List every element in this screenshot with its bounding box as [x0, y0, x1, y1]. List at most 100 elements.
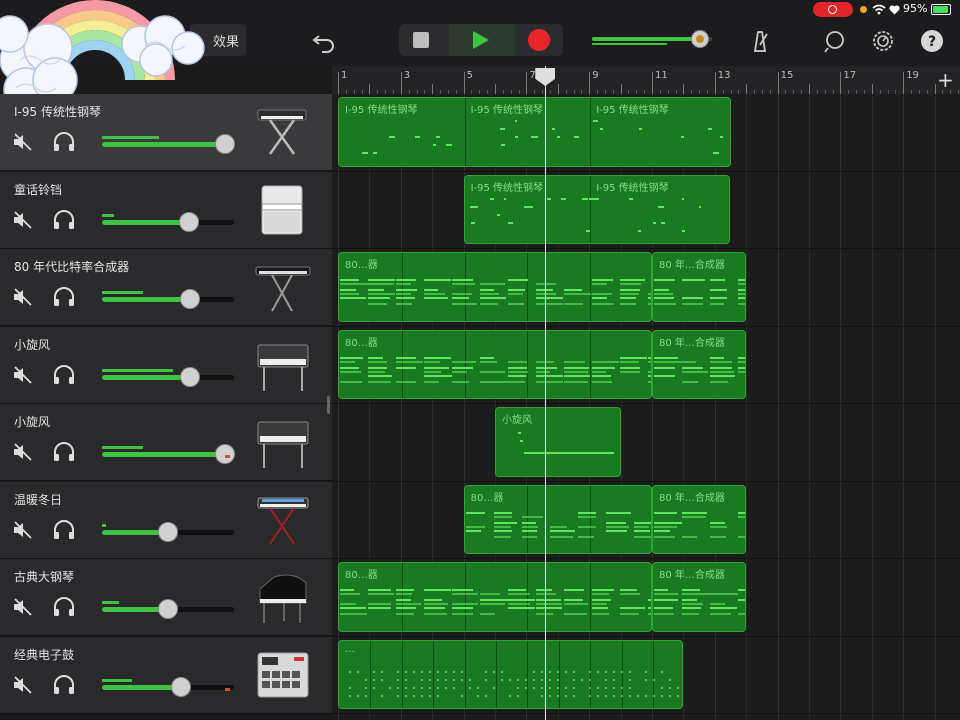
track-volume-slider[interactable]	[102, 444, 235, 464]
midi-note	[592, 374, 612, 377]
midi-region[interactable]: 80 年…合成器	[652, 562, 747, 632]
track-volume-knob[interactable]	[171, 676, 192, 697]
drum-hit	[533, 686, 535, 689]
midi-note	[719, 136, 723, 138]
track-volume-slider[interactable]	[102, 599, 234, 619]
instrument-thumbnail[interactable]	[254, 182, 312, 238]
help-icon[interactable]: ?	[919, 28, 945, 54]
track-level-meter	[102, 136, 159, 139]
headphones-icon[interactable]	[52, 674, 76, 695]
track-header[interactable]: 80 年代比特率合成器	[0, 249, 332, 326]
track-volume-knob[interactable]	[180, 366, 201, 387]
mute-icon[interactable]	[12, 365, 34, 385]
undo-icon[interactable]	[311, 28, 337, 54]
midi-note	[340, 356, 363, 359]
stop-button[interactable]	[413, 32, 429, 48]
midi-region[interactable]: 80 年…合成器	[652, 329, 747, 399]
midi-region[interactable]: 80…器	[463, 484, 652, 554]
track-header[interactable]: 小旋风	[0, 404, 332, 481]
master-volume-slider[interactable]	[592, 30, 712, 48]
track-lane-divider	[332, 558, 960, 559]
header-resize-handle[interactable]	[327, 396, 330, 414]
track-volume-slider[interactable]	[102, 289, 234, 309]
midi-region[interactable]: 80…器	[338, 252, 652, 322]
track-header[interactable]: I-95 传统性钢琴	[0, 94, 332, 171]
track-volume-slider[interactable]	[102, 521, 234, 542]
midi-note	[521, 521, 537, 524]
region-label: 80 年…合成器	[659, 260, 725, 271]
headphones-icon[interactable]	[52, 287, 76, 307]
track-volume-knob[interactable]	[214, 134, 235, 154]
midi-note	[605, 511, 632, 514]
headphones-icon[interactable]	[52, 209, 76, 230]
mute-icon[interactable]	[12, 132, 34, 152]
midi-note	[682, 279, 705, 281]
headphones-icon[interactable]	[52, 364, 76, 385]
headphones-icon[interactable]	[52, 442, 76, 462]
midi-note	[521, 529, 537, 532]
midi-note	[681, 197, 685, 200]
headphones-icon[interactable]	[52, 519, 76, 540]
bar-number: 5	[466, 70, 473, 81]
midi-region[interactable]: 80 年…合成器	[652, 484, 747, 554]
instrument-thumbnail[interactable]	[254, 104, 312, 160]
track-volume-knob[interactable]	[158, 599, 178, 619]
midi-note	[465, 525, 485, 528]
mute-icon[interactable]	[12, 675, 34, 695]
midi-region[interactable]: 小旋风	[495, 407, 621, 477]
midi-note	[738, 589, 746, 591]
screen-recording-indicator[interactable]	[813, 2, 853, 17]
midi-region[interactable]: …	[338, 639, 684, 709]
headphones-icon[interactable]	[52, 597, 76, 617]
mute-icon[interactable]	[12, 597, 34, 617]
instrument-thumbnail[interactable]	[254, 492, 312, 548]
midi-region[interactable]: 80…器	[338, 562, 652, 632]
mute-icon[interactable]	[12, 287, 34, 307]
track-volume-knob[interactable]	[179, 211, 200, 232]
instrument-thumbnail[interactable]	[254, 414, 312, 470]
track-volume-slider[interactable]	[102, 676, 234, 697]
midi-note	[508, 607, 536, 609]
instrument-thumbnail[interactable]	[254, 647, 312, 703]
timeline-ruler[interactable]: 1 3 5 7 9 11 13 15 17 19 +	[332, 66, 960, 95]
mute-icon[interactable]	[12, 210, 34, 230]
tracks-grid[interactable]: I-95 传统性钢琴 I-95 传统性钢琴 I-95 传统性钢琴 I-95 传统性钢琴…	[332, 94, 960, 720]
metronome-icon[interactable]	[747, 28, 773, 54]
record-button[interactable]	[528, 29, 550, 51]
track-volume-knob[interactable]	[214, 444, 235, 464]
mute-icon[interactable]	[12, 442, 34, 462]
loop-browser-icon[interactable]	[822, 28, 848, 54]
track-header[interactable]: 童话铃铛	[0, 171, 332, 249]
midi-region[interactable]: 80…器	[338, 329, 652, 399]
track-header[interactable]: 古典大钢琴	[0, 559, 332, 636]
midi-note	[518, 432, 521, 434]
midi-note	[424, 589, 451, 591]
track-volume-slider[interactable]	[102, 211, 234, 232]
instrument-thumbnail[interactable]	[254, 569, 312, 625]
add-section-button[interactable]: +	[937, 68, 954, 92]
drum-hit	[421, 678, 423, 681]
midi-note	[592, 366, 615, 369]
track-lane-divider	[332, 248, 960, 249]
track-volume-knob[interactable]	[180, 289, 201, 309]
track-header[interactable]: 温暖冬日	[0, 481, 332, 559]
instrument-thumbnail[interactable]	[254, 259, 312, 315]
master-volume-knob[interactable]	[691, 30, 709, 48]
track-volume-knob[interactable]	[158, 521, 178, 542]
midi-region[interactable]: I-95 传统性钢琴 I-95 传统性钢琴 I-95 传统性钢琴	[338, 97, 731, 167]
track-header[interactable]: 小旋风	[0, 326, 332, 404]
track-volume-slider[interactable]	[102, 366, 234, 387]
mute-icon[interactable]	[12, 520, 34, 540]
headphones-icon[interactable]	[52, 132, 76, 152]
track-header[interactable]: 经典电子鼓	[0, 636, 332, 714]
battery-percent: 95%	[903, 2, 928, 15]
settings-icon[interactable]	[870, 28, 896, 54]
track-volume-slider[interactable]	[102, 134, 235, 154]
midi-note	[508, 221, 514, 224]
midi-region[interactable]: I-95 传统性钢琴 I-95 传统性钢琴	[463, 174, 731, 244]
midi-note	[396, 289, 418, 291]
midi-note	[396, 279, 416, 281]
midi-region[interactable]: 80 年…合成器	[652, 252, 747, 322]
instrument-thumbnail[interactable]	[254, 337, 312, 393]
play-button[interactable]	[449, 24, 515, 56]
